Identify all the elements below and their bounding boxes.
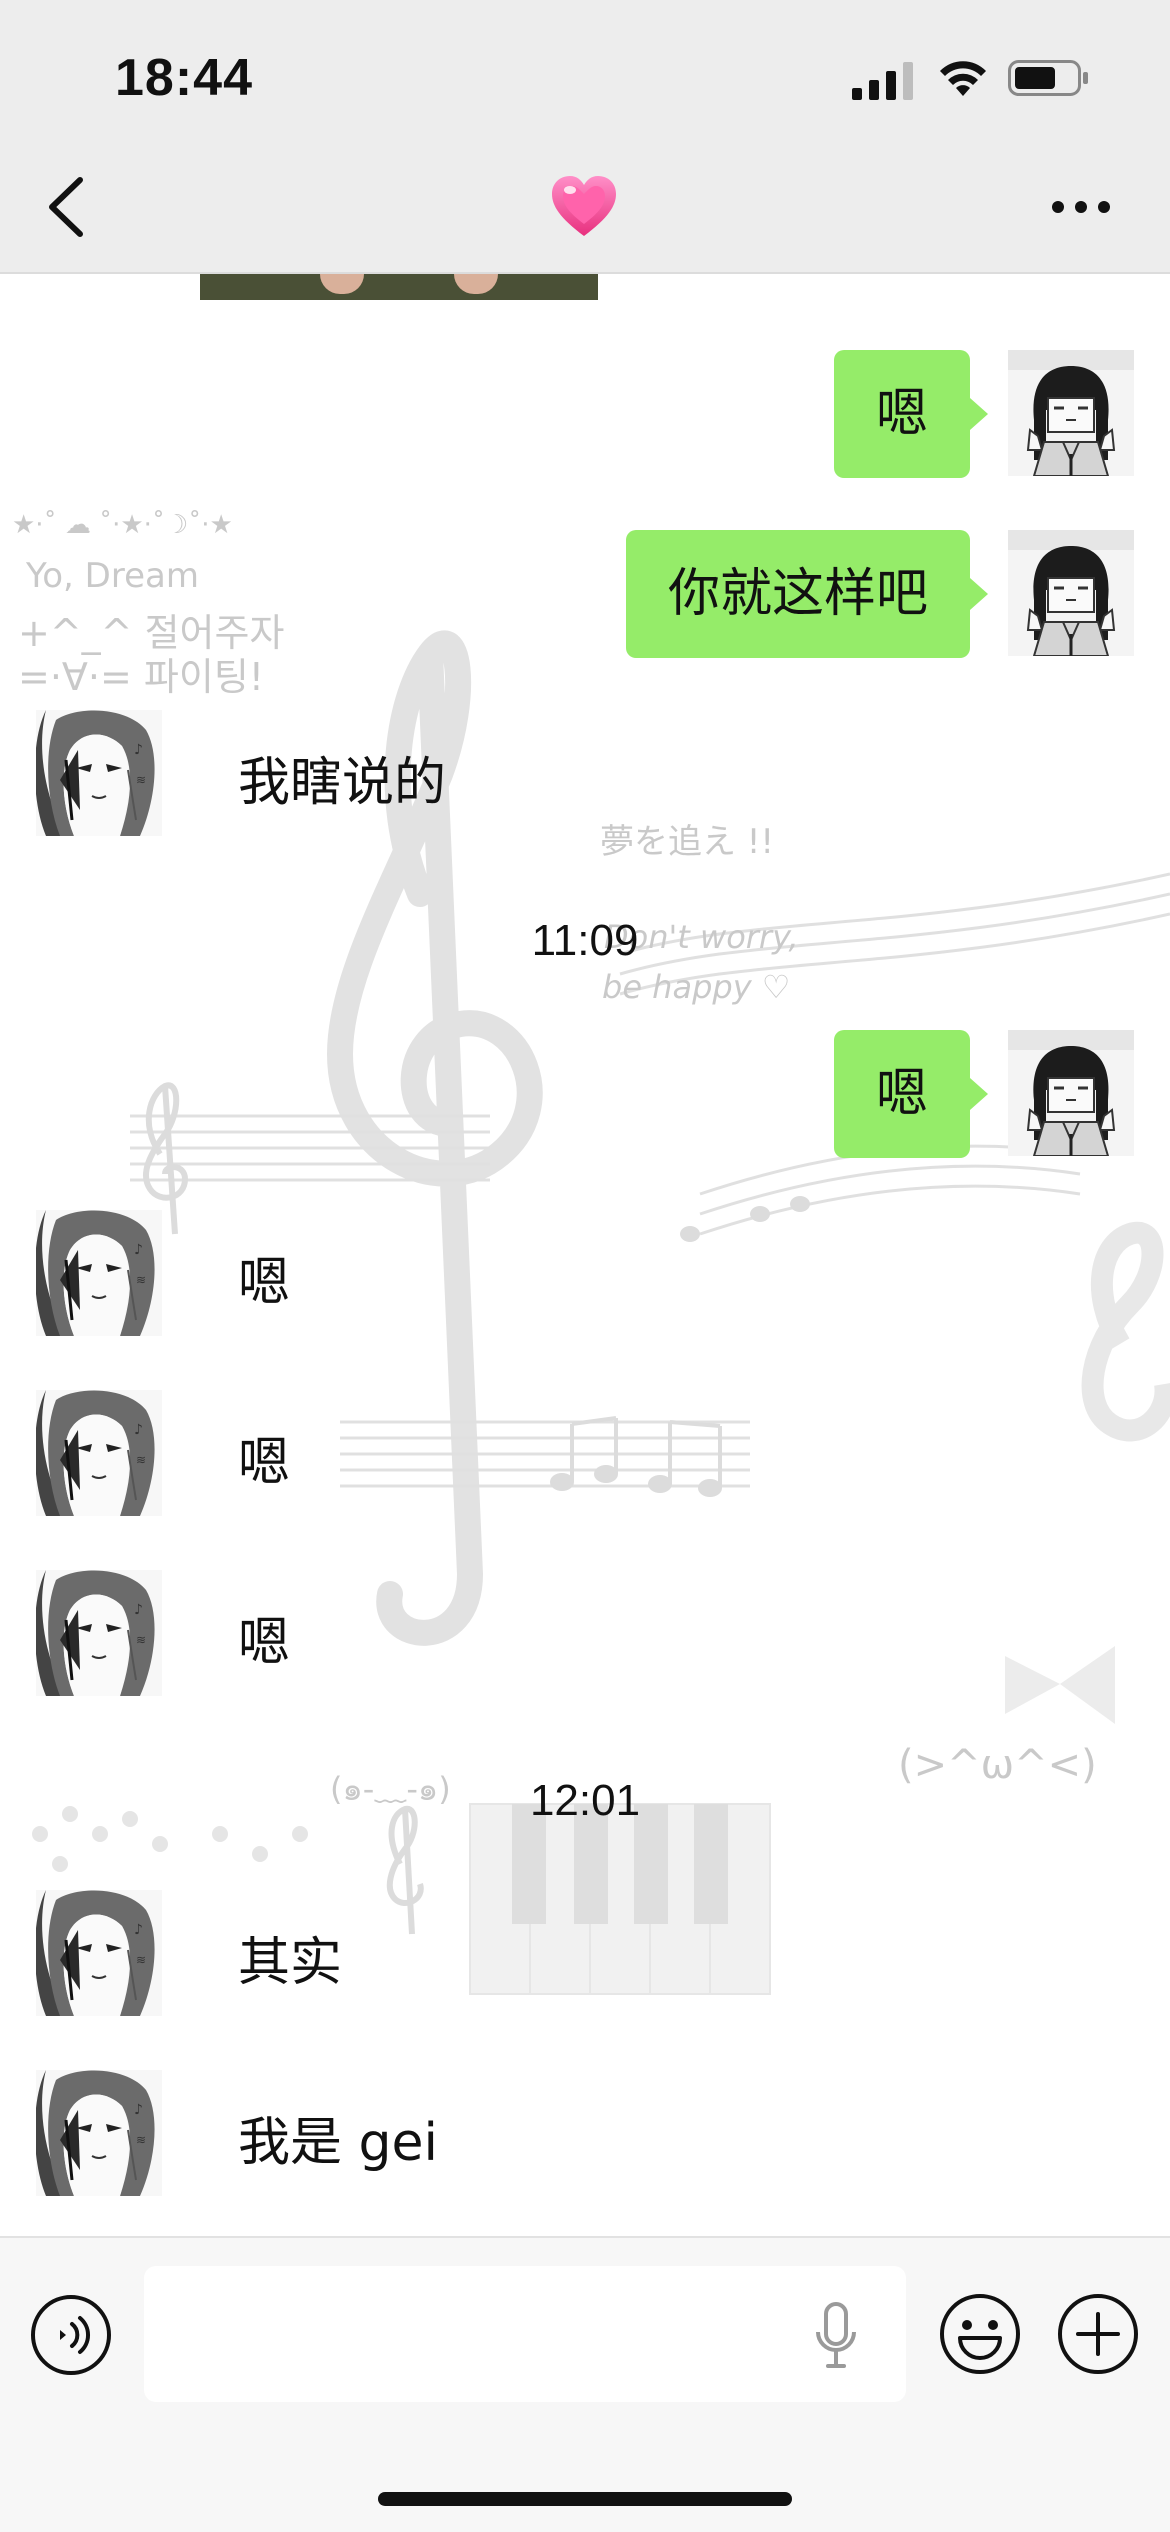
- avatar-self[interactable]: [1008, 530, 1134, 656]
- voice-mode-icon[interactable]: [30, 2294, 112, 2376]
- chat-messages[interactable]: ★·˚ ☁ ˚·★·˚☽˚·★ Yo, Dream +^_^ 절어주자 =·∀·…: [0, 274, 1170, 2236]
- add-icon[interactable]: [1056, 2292, 1140, 2376]
- chat-header: [0, 140, 1170, 274]
- chevron-left-icon[interactable]: [42, 174, 90, 240]
- decor-text: 夢を追え !!: [600, 822, 775, 862]
- decor-text: =·∀·= 파이팅!: [18, 655, 265, 699]
- message-text-theirs[interactable]: 我是 gei: [238, 2100, 438, 2175]
- battery-icon: [1008, 60, 1088, 96]
- ellipsis-icon[interactable]: [1050, 198, 1112, 216]
- message-text-theirs[interactable]: 嗯: [238, 1240, 290, 1315]
- message-text-theirs[interactable]: 其实: [238, 1920, 342, 1995]
- message-input-bar: [0, 2236, 1170, 2532]
- timestamp: 11:09: [531, 916, 639, 965]
- message-bubble-mine[interactable]: 嗯: [833, 1030, 989, 1158]
- status-bar: 18:44: [0, 0, 1170, 140]
- decor-text: Yo, Dream: [26, 556, 199, 596]
- timestamp: 12:01: [529, 1776, 641, 1825]
- status-time: 18:44: [115, 49, 253, 107]
- message-text-theirs[interactable]: 嗯: [238, 1600, 290, 1675]
- decor-stars: ★·˚ ☁ ˚·★·˚☽˚·★: [12, 510, 233, 540]
- message-bubble-mine[interactable]: 嗯: [833, 350, 989, 478]
- avatar-self[interactable]: [1008, 350, 1134, 476]
- message-text-theirs[interactable]: 嗯: [238, 1420, 290, 1495]
- emoji-icon[interactable]: [938, 2292, 1022, 2376]
- message-bubble-mine[interactable]: 你就这样吧: [625, 530, 989, 658]
- avatar-self[interactable]: [1008, 1030, 1134, 1156]
- wifi-icon: [940, 61, 986, 96]
- heart-icon: [552, 176, 616, 236]
- image-message-partial[interactable]: [200, 274, 598, 300]
- avatar-contact[interactable]: [36, 2070, 162, 2196]
- avatar-contact[interactable]: [36, 1390, 162, 1516]
- avatar-contact[interactable]: [36, 1210, 162, 1336]
- avatar-contact[interactable]: [36, 710, 162, 836]
- message-text-theirs[interactable]: 我瞎说的: [238, 740, 446, 815]
- microphone-icon[interactable]: [814, 2302, 858, 2372]
- message-input[interactable]: [144, 2266, 906, 2402]
- home-indicator[interactable]: [378, 2492, 792, 2506]
- cellular-signal-icon: [852, 62, 913, 100]
- avatar-contact[interactable]: [36, 1570, 162, 1696]
- decor-text: be happy ♡: [602, 968, 791, 1006]
- avatar-contact[interactable]: [36, 1890, 162, 2016]
